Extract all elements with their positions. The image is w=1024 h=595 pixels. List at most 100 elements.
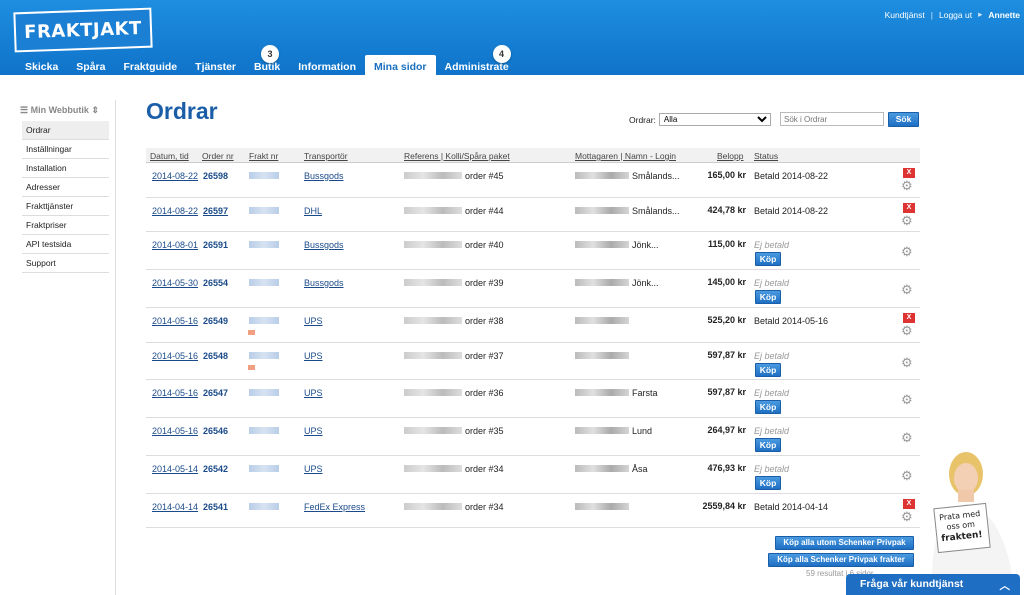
frakt-number-blurred[interactable] [249,207,279,214]
order-number-link[interactable]: 26542 [203,464,228,474]
order-number-link[interactable]: 26548 [203,351,228,361]
sidebar-item[interactable]: Inställningar [22,140,109,159]
order-date-link[interactable]: 2014-04-14 [152,502,198,512]
col-date[interactable]: Datum, tid [150,151,189,161]
col-recipient[interactable]: Mottagaren | Namn - Login [575,151,676,161]
reference-blurred [404,389,462,396]
cancel-icon[interactable]: X [903,168,915,178]
gear-icon[interactable]: ⚙ [901,214,913,227]
frakt-number-blurred[interactable] [249,352,279,359]
chat-bar[interactable]: Fråga vår kundtjänst ︿ [846,574,1020,595]
sidebar-item[interactable]: Support [22,254,109,273]
gear-icon[interactable]: ⚙ [901,179,913,192]
cancel-icon[interactable]: X [903,499,915,509]
buy-button[interactable]: Köp [755,290,781,304]
nav-item-skicka[interactable]: Skicka [16,55,67,75]
buy-button[interactable]: Köp [755,476,781,490]
col-carrier[interactable]: Transportör [304,151,348,161]
search-input[interactable] [780,112,884,126]
order-date-link[interactable]: 2014-05-16 [152,316,198,326]
col-reference[interactable]: Referens | Kolli/Spåra paket [404,151,510,161]
gear-icon[interactable]: ⚙ [901,245,913,258]
order-filter-select[interactable]: Alla [658,113,771,126]
search-button[interactable]: Sök [888,112,919,127]
order-number-link[interactable]: 26597 [203,206,228,216]
sidebar-item[interactable]: Installation [22,159,109,178]
col-amount[interactable]: Belopp [717,151,743,161]
frakt-number-blurred[interactable] [249,172,279,179]
buy-button[interactable]: Köp [755,438,781,452]
buy-button[interactable]: Köp [755,363,781,377]
nav-item-tjänster[interactable]: Tjänster [186,55,245,75]
nav-item-fraktguide[interactable]: Fraktguide [114,55,186,75]
order-date-link[interactable]: 2014-05-16 [152,426,198,436]
nav-item-mina-sidor[interactable]: Mina sidor [365,55,436,75]
gear-icon[interactable]: ⚙ [901,283,913,296]
carrier-link[interactable]: UPS [304,316,323,326]
amount: 2559,84 kr [702,501,746,511]
frakt-number-blurred[interactable] [249,503,279,510]
order-date-link[interactable]: 2014-05-16 [152,388,198,398]
order-date-link[interactable]: 2014-08-22 [152,171,198,181]
amount: 165,00 kr [707,170,746,180]
carrier-link[interactable]: DHL [304,206,322,216]
sidebar-item[interactable]: API testsida [22,235,109,254]
frakt-number-blurred[interactable] [249,279,279,286]
gear-icon[interactable]: ⚙ [901,356,913,369]
carrier-link[interactable]: UPS [304,426,323,436]
buy-button[interactable]: Köp [755,400,781,414]
frakt-number-blurred[interactable] [249,427,279,434]
carrier-link[interactable]: Bussgods [304,278,344,288]
sidebar-item[interactable]: Frakttjänster [22,197,109,216]
nav-item-information[interactable]: Information [289,55,365,75]
frakt-number-blurred[interactable] [249,389,279,396]
order-date-link[interactable]: 2014-05-30 [152,278,198,288]
fraktjakt-logo[interactable]: FRAKTJAKT [13,7,153,53]
user-name[interactable]: Annette [988,10,1020,20]
sidebar-item[interactable]: Adresser [22,178,109,197]
order-number-link[interactable]: 26541 [203,502,228,512]
col-frakt[interactable]: Frakt nr [249,151,278,161]
nav-item-spåra[interactable]: Spåra [67,55,114,75]
frakt-number-blurred[interactable] [249,241,279,248]
frakt-number-blurred[interactable] [249,465,279,472]
frakt-number-blurred[interactable] [249,317,279,324]
order-number-link[interactable]: 26591 [203,240,228,250]
reference-text: order #36 [465,388,504,398]
col-status[interactable]: Status [754,151,778,161]
sidebar-item[interactable]: Ordrar [22,121,109,140]
gear-icon[interactable]: ⚙ [901,469,913,482]
logout-link[interactable]: Logga ut [939,10,972,20]
nav-item-administrate[interactable]: Administrate 4 [436,45,518,75]
col-order[interactable]: Order nr [202,151,234,161]
order-number-link[interactable]: 26546 [203,426,228,436]
order-number-link[interactable]: 26549 [203,316,228,326]
recipient-blurred [575,427,629,434]
kundtjanst-link[interactable]: Kundtjänst [885,10,925,20]
carrier-link[interactable]: Bussgods [304,171,344,181]
carrier-link[interactable]: UPS [304,351,323,361]
gear-icon[interactable]: ⚙ [901,393,913,406]
cancel-icon[interactable]: X [903,203,915,213]
carrier-link[interactable]: Bussgods [304,240,344,250]
sidebar-item[interactable]: Fraktpriser [22,216,109,235]
gear-icon[interactable]: ⚙ [901,324,913,337]
buy-all-schenker-button[interactable]: Köp alla Schenker Privpak frakter [768,553,914,567]
gear-icon[interactable]: ⚙ [901,431,913,444]
order-date-link[interactable]: 2014-08-01 [152,240,198,250]
nav-item-butik[interactable]: Butik 3 [245,45,289,75]
order-number-link[interactable]: 26554 [203,278,228,288]
order-date-link[interactable]: 2014-05-16 [152,351,198,361]
gear-icon[interactable]: ⚙ [901,510,913,523]
order-number-link[interactable]: 26598 [203,171,228,181]
buy-all-except-button[interactable]: Köp alla utom Schenker Privpak [775,536,914,550]
sidebar-title[interactable]: ☰ Min Webbutik ⇕ [20,105,99,116]
cancel-icon[interactable]: X [903,313,915,323]
order-date-link[interactable]: 2014-05-14 [152,464,198,474]
buy-button[interactable]: Köp [755,252,781,266]
carrier-link[interactable]: UPS [304,464,323,474]
order-number-link[interactable]: 26547 [203,388,228,398]
carrier-link[interactable]: FedEx Express [304,502,365,512]
order-date-link[interactable]: 2014-08-22 [152,206,198,216]
carrier-link[interactable]: UPS [304,388,323,398]
